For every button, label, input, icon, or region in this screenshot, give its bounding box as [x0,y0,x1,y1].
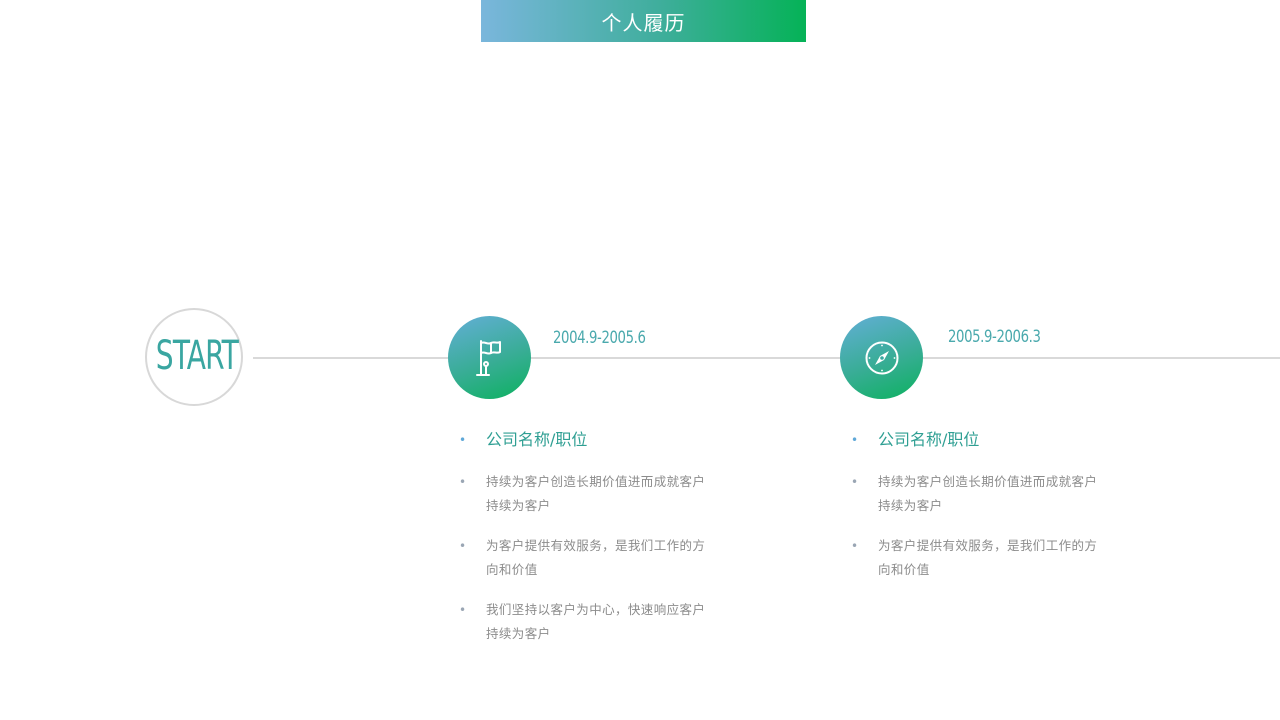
bullet-icon: • [459,539,467,553]
compass-icon [865,341,898,374]
entry-1-point-1: • 持续为客户创造长期价值进而成就客户持续为客户 [459,470,706,518]
start-label: START [155,333,239,379]
resume-slide: 个人履历 START 2004.9-2005.6 2005.9-2006.3 •… [0,0,1280,720]
entry-2-point-1: • 持续为客户创造长期价值进而成就客户持续为客户 [851,470,1098,518]
entry-heading: 公司名称/职位 [878,430,980,449]
date-label: 2005.9-2006.3 [948,327,1041,347]
timeline-node-1 [448,316,531,399]
bullet-icon: • [459,433,467,447]
entry-point-text: 我们坚持以客户为中心，快速响应客户持续为客户 [486,602,706,641]
entry-2-heading-item: • 公司名称/职位 [851,428,1118,452]
bullet-icon: • [459,475,467,489]
bullet-icon: • [851,475,859,489]
entry-heading: 公司名称/职位 [486,430,588,449]
title-banner: 个人履历 [481,0,806,42]
entry-1-point-2: • 为客户提供有效服务，是我们工作的方向和价值 [459,534,706,582]
page-title: 个人履历 [601,10,686,35]
bullet-icon: • [851,539,859,553]
timeline-node-2 [840,316,923,399]
timeline-line [253,357,1280,359]
entry-point-text: 持续为客户创造长期价值进而成就客户持续为客户 [486,474,706,513]
entry-2-point-2: • 为客户提供有效服务，是我们工作的方向和价值 [851,534,1098,582]
entry-1-point-3: • 我们坚持以客户为中心，快速响应客户持续为客户 [459,598,706,646]
entry-point-text: 为客户提供有效服务，是我们工作的方向和价值 [878,538,1098,577]
bullet-icon: • [851,433,859,447]
entry-point-text: 为客户提供有效服务，是我们工作的方向和价值 [486,538,706,577]
flag-icon [475,339,501,376]
entry-1-heading-item: • 公司名称/职位 [459,428,726,452]
entry-point-text: 持续为客户创造长期价值进而成就客户持续为客户 [878,474,1098,513]
date-label: 2004.9-2005.6 [553,328,646,348]
bullet-icon: • [459,603,467,617]
